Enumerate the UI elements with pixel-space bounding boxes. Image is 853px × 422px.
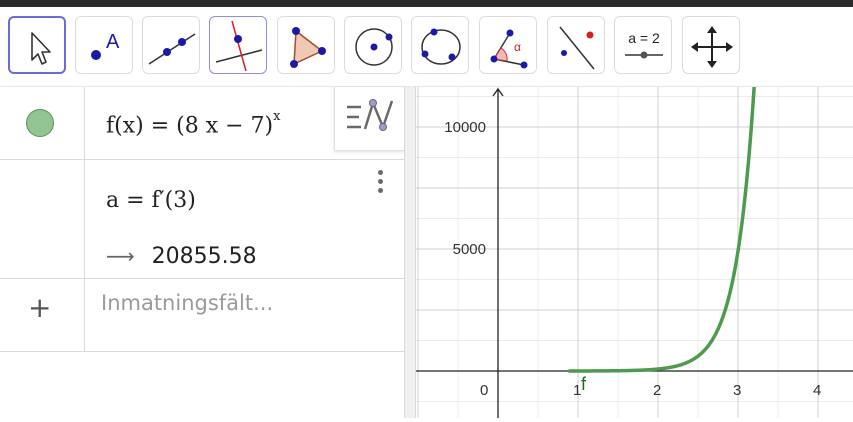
panel-splitter[interactable] — [404, 87, 416, 418]
result-arrow-icon: ⟶ — [106, 244, 135, 268]
circle-center-point-tool[interactable] — [344, 16, 402, 74]
graphics-view[interactable]: 0 1 2 3 4 5000 10000 f — [416, 66, 853, 418]
function-exponent: x — [273, 109, 281, 124]
x-tick-label: 0 — [480, 382, 488, 399]
angle-tool-label: α — [514, 40, 521, 54]
cursor-arrow-icon — [31, 32, 51, 65]
angle-tool[interactable]: α — [479, 16, 537, 74]
x-tick-label: 4 — [813, 382, 821, 399]
move-graphics-view-tool[interactable] — [682, 16, 740, 74]
derivative-result: ⟶ 20855.58 — [106, 244, 257, 269]
visibility-toggle-dot[interactable] — [26, 109, 54, 137]
slider-tool-label: a = 2 — [628, 30, 660, 46]
y-tick-label: 5000 — [453, 241, 486, 258]
result-value: 20855.58 — [151, 244, 257, 269]
toolbar: A α a = 2 — [0, 7, 853, 87]
row-marker — [0, 160, 85, 278]
angle-icon: α — [490, 29, 528, 69]
perpendicular-line-icon — [215, 20, 263, 72]
polygon-icon — [290, 27, 326, 68]
perpendicular-line-tool[interactable] — [209, 16, 267, 74]
function-label[interactable]: f — [581, 374, 587, 394]
slider-tool[interactable]: a = 2 — [614, 16, 672, 74]
function-graph-f[interactable] — [568, 66, 758, 373]
input-bar[interactable]: Inmatningsfält... — [101, 291, 273, 315]
line-icon — [148, 33, 196, 65]
x-tick-label: 2 — [653, 382, 661, 399]
slider-icon: a = 2 — [625, 30, 663, 59]
row-marker: + — [0, 279, 85, 351]
graph-canvas[interactable]: 0 1 2 3 4500010000 f — [416, 66, 853, 418]
algebra-input-row[interactable]: + Inmatningsfält... — [0, 279, 404, 352]
algebra-view: f(x) = (8 x − 7)x a = f′(3) ⟶ 20855.58 +… — [0, 87, 404, 418]
derivative-definition[interactable]: a = f′(3) — [106, 188, 196, 213]
move-arrows-icon — [691, 26, 733, 68]
circle-three-points-tool[interactable] — [411, 16, 469, 74]
more-options-icon[interactable] — [375, 170, 385, 198]
view-toggle-button[interactable] — [334, 87, 404, 151]
circle-three-points-icon — [421, 28, 461, 65]
row-marker — [0, 87, 85, 159]
line-tool[interactable] — [142, 16, 200, 74]
window-top-bar — [0, 0, 853, 7]
move-tool[interactable] — [8, 16, 66, 74]
point-tool-label: A — [106, 31, 120, 53]
add-icon[interactable]: + — [28, 291, 51, 324]
algebra-row-derivative[interactable]: a = f′(3) ⟶ 20855.58 — [0, 160, 404, 279]
function-definition[interactable]: f(x) = (8 x − 7)x — [106, 109, 280, 139]
point-icon: A — [91, 31, 120, 60]
reflect-tool[interactable] — [547, 16, 605, 74]
reflect-icon — [559, 26, 595, 70]
point-tool[interactable]: A — [75, 16, 133, 74]
polygon-tool[interactable] — [277, 16, 335, 74]
graph-style-icon — [347, 99, 394, 131]
circle-icon — [355, 28, 393, 66]
function-expression: f(x) = (8 x − 7) — [106, 113, 274, 139]
x-tick-label: 3 — [733, 382, 741, 399]
y-tick-label: 10000 — [444, 119, 486, 136]
